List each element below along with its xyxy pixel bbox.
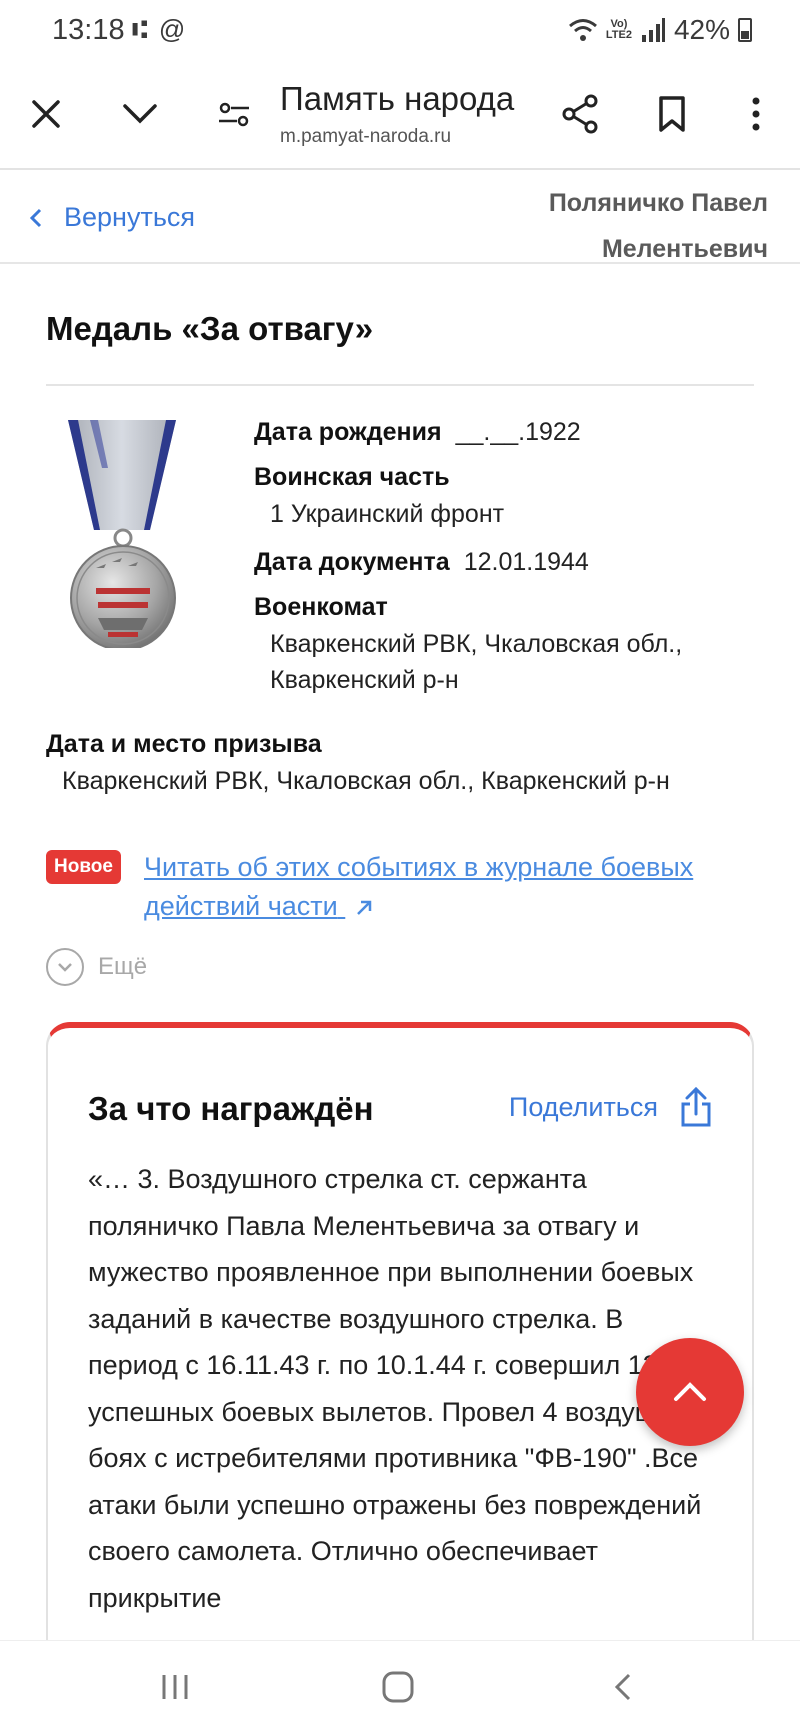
- fact-enlistment-office: Военкомат Кваркенский РВК, Чкаловская об…: [254, 593, 774, 698]
- notification-icons: ⑆ @: [132, 14, 188, 44]
- recent-apps-icon[interactable]: [150, 1667, 200, 1707]
- signal-icon: [641, 18, 665, 42]
- scroll-top-button[interactable]: [636, 1338, 744, 1446]
- journal-link-text: Читать об этих событиях в журнале боевых…: [144, 852, 694, 921]
- fact-military-unit: Воинская часть 1 Украинский фронт: [254, 463, 774, 532]
- page-settings-icon[interactable]: [210, 90, 258, 138]
- back-nav-icon[interactable]: [598, 1667, 648, 1707]
- battery-icon: [738, 18, 752, 42]
- more-toggle[interactable]: Ещё: [46, 948, 147, 986]
- journal-link[interactable]: Читать об этих событиях в журнале боевых…: [144, 848, 754, 926]
- external-link-icon: [357, 900, 372, 915]
- more-icon[interactable]: [732, 90, 780, 138]
- fact-label: Военкомат: [254, 593, 388, 621]
- home-icon[interactable]: [373, 1667, 423, 1707]
- network-type-label: Vo) LTE2: [605, 18, 632, 41]
- fact-value: Кваркенский РВК, Чкаловская обл., Кварке…: [62, 767, 670, 795]
- chevron-up-icon: [674, 1382, 706, 1401]
- award-reason-text: «… 3. Воздушного стрелка ст. сержанта по…: [88, 1164, 705, 1613]
- medal-image: [68, 420, 176, 648]
- status-bar: 13:18 ⑆ @ Vo) LTE2 42%: [0, 0, 800, 62]
- award-title: Медаль «За отвагу»: [46, 310, 374, 347]
- share-icon[interactable]: [556, 90, 604, 138]
- status-indicators: Vo) LTE2 42%: [568, 14, 752, 46]
- page-url[interactable]: m.pamyat-naroda.ru: [280, 126, 451, 148]
- new-badge: Новое: [46, 850, 121, 884]
- fact-label: Дата и место призыва: [46, 730, 322, 758]
- bookmark-icon[interactable]: [648, 90, 696, 138]
- fact-label: Дата рождения: [254, 418, 442, 446]
- fact-document-date: Дата документа 12.01.1944: [254, 548, 774, 577]
- more-label: Ещё: [98, 953, 148, 980]
- status-time: 13:18: [52, 14, 125, 46]
- chevron-left-icon: [30, 208, 42, 227]
- fact-value: 12.01.1944: [463, 548, 589, 576]
- fact-value: 1 Украинский фронт: [270, 500, 505, 528]
- award-facts: Дата рождения __.__.1922 Воинская часть 1…: [254, 418, 774, 714]
- person-name: Поляничко Павел Мелентьевич: [548, 189, 768, 263]
- page-title: Память народа: [280, 80, 515, 117]
- back-link[interactable]: Вернуться: [30, 202, 195, 233]
- close-icon[interactable]: [22, 90, 70, 138]
- fact-label: Дата документа: [254, 548, 450, 576]
- chevron-down-circle-icon: [46, 948, 84, 986]
- chevron-down-icon[interactable]: [116, 90, 164, 138]
- system-nav-bar: [0, 1640, 800, 1733]
- battery-percent: 42%: [673, 14, 730, 45]
- fact-value: Кваркенский РВК, Чкаловская обл., Кварке…: [270, 630, 683, 694]
- share-upload-icon: [681, 1086, 711, 1127]
- browser-toolbar: Память народа m.pamyat-naroda.ru: [0, 62, 800, 170]
- card-title: За что награждён: [88, 1090, 374, 1127]
- back-label: Вернуться: [64, 202, 196, 232]
- wifi-icon: [568, 19, 597, 41]
- share-label: Поделиться: [508, 1091, 658, 1122]
- fact-value: __.__.1922: [455, 418, 581, 446]
- fact-label: Воинская часть: [254, 463, 450, 491]
- share-button[interactable]: Поделиться: [509, 1086, 712, 1128]
- divider: [46, 384, 754, 386]
- fact-birth-date: Дата рождения __.__.1922: [254, 418, 774, 447]
- fact-conscription: Дата и место призыва Кваркенский РВК, Чк…: [46, 730, 746, 799]
- back-bar: Вернуться Поляничко Павел Мелентьевич: [0, 172, 800, 264]
